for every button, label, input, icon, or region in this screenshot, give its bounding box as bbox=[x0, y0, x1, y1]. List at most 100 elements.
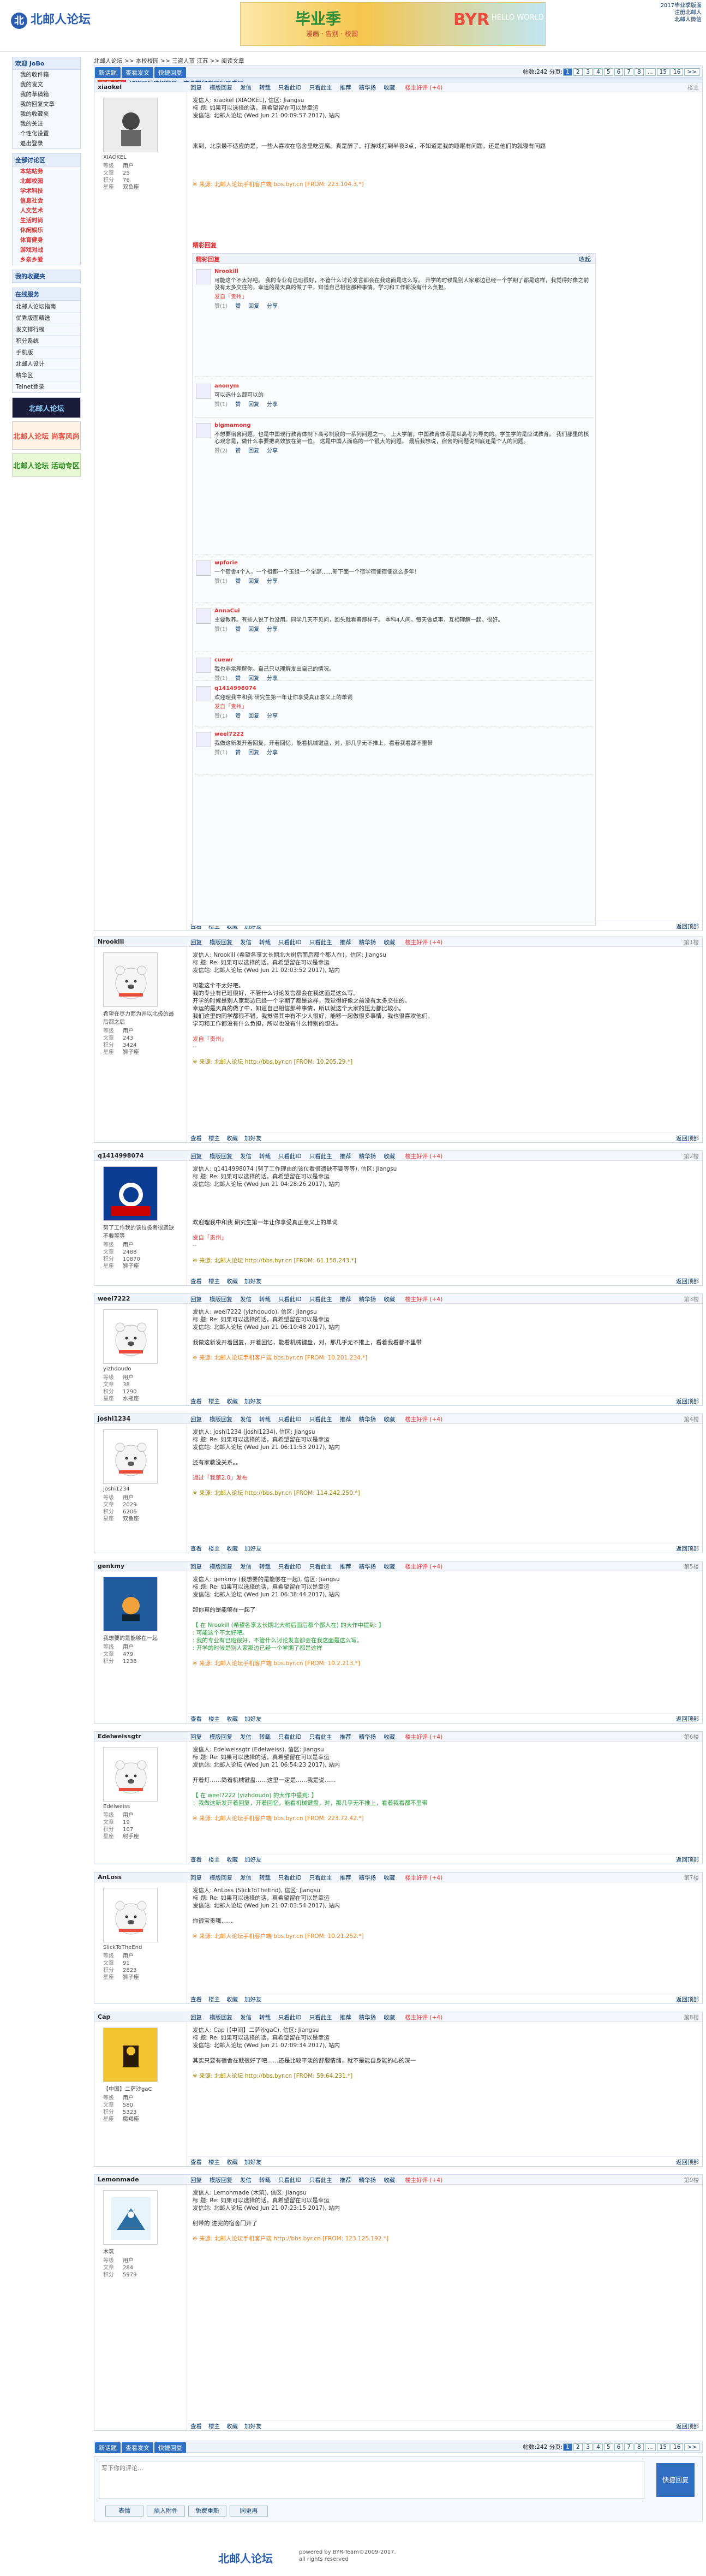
post-footer-link[interactable]: 楼主 bbox=[208, 2423, 220, 2430]
back-to-top-link[interactable]: 返回顶部 bbox=[676, 1545, 699, 1553]
post-action-link[interactable]: 模版回复 bbox=[210, 1875, 232, 1881]
post-action-link[interactable]: 回复 bbox=[190, 1734, 202, 1740]
post-action-link[interactable]: 模版回复 bbox=[210, 1296, 232, 1303]
post-action-link[interactable]: 发信 bbox=[240, 1296, 252, 1303]
back-to-top-link[interactable]: 返回顶部 bbox=[676, 1397, 699, 1405]
comment-votes[interactable]: 赞(1) bbox=[214, 303, 228, 309]
top-link[interactable]: 2017毕业季版面 bbox=[661, 2, 702, 9]
post-username[interactable]: Nrookill bbox=[94, 937, 187, 947]
post-username[interactable]: Cap bbox=[94, 2012, 187, 2022]
comment-votes[interactable]: 赞(1) bbox=[214, 402, 228, 408]
post-action-link[interactable]: 模版回复 bbox=[210, 939, 232, 946]
comment-author[interactable]: bigmamong bbox=[214, 422, 593, 429]
post-action-link[interactable]: 转载 bbox=[259, 1564, 271, 1570]
post-action-link[interactable]: 推荐 bbox=[340, 1875, 351, 1881]
post-action-link[interactable]: 精华扬 bbox=[359, 1153, 376, 1160]
post-footer-link[interactable]: 楼主 bbox=[208, 1857, 220, 1863]
post-action-link[interactable]: 转载 bbox=[259, 2177, 271, 2184]
post-action-link[interactable]: 模版回复 bbox=[210, 2014, 232, 2021]
post-action-link[interactable]: 收藏 bbox=[384, 1416, 395, 1423]
post-action-link[interactable]: 只看此主 bbox=[309, 1296, 332, 1303]
banner-ad[interactable]: 毕业季 漫画 · 告别 · 校园 BYR HELLO WORLD bbox=[240, 2, 546, 46]
comment-author[interactable]: anonym bbox=[214, 383, 593, 390]
post-action-link[interactable]: 发信 bbox=[240, 2177, 252, 2184]
post-action-link[interactable]: 发信 bbox=[240, 1564, 252, 1570]
post-action-link[interactable]: 模版回复 bbox=[210, 1416, 232, 1423]
sidebar-board-item[interactable]: 本站站务 bbox=[13, 166, 80, 176]
page-link[interactable]: 16 bbox=[671, 68, 684, 76]
comment-action-link[interactable]: 分享 bbox=[267, 713, 278, 719]
post-action-link[interactable]: 回复 bbox=[190, 1875, 202, 1881]
comment-author[interactable]: cuewr bbox=[214, 657, 593, 664]
post-action-link[interactable]: 精华扬 bbox=[359, 1416, 376, 1423]
back-to-top-link[interactable]: 返回顶部 bbox=[676, 2158, 699, 2166]
comment-action-link[interactable]: 赞 bbox=[235, 448, 241, 454]
post-action-link[interactable]: 推荐 bbox=[340, 2177, 351, 2184]
post-username[interactable]: joshi1234 bbox=[94, 1414, 187, 1424]
footer-logo[interactable]: 北邮人论坛 bbox=[218, 2550, 273, 2566]
post-action-link[interactable]: 只看此主 bbox=[309, 1416, 332, 1423]
recommend-badge[interactable]: 楼主好评 (+4) bbox=[405, 1734, 442, 1740]
page-link[interactable]: 3 bbox=[583, 68, 593, 76]
sidebar-user-item[interactable]: 我的回复文章 bbox=[13, 99, 80, 109]
comment-action-link[interactable]: 赞 bbox=[235, 579, 241, 585]
post-action-link[interactable]: 发信 bbox=[240, 1875, 252, 1881]
post-action-link[interactable]: 推荐 bbox=[340, 2014, 351, 2021]
post-action-link[interactable]: 收藏 bbox=[384, 1875, 395, 1881]
post-footer-link[interactable]: 收藏 bbox=[226, 2159, 238, 2166]
page-link[interactable]: >> bbox=[684, 2443, 699, 2451]
post-footer-link[interactable]: 加好友 bbox=[244, 1135, 262, 1142]
comment-author[interactable]: weel7222 bbox=[214, 731, 593, 738]
sidebar-tool-item[interactable]: 北邮人设计 bbox=[13, 358, 80, 369]
quick-reply-button[interactable]: 快捷回复 bbox=[154, 67, 186, 78]
comment-votes[interactable]: 赞(1) bbox=[214, 713, 228, 719]
post-action-link[interactable]: 转载 bbox=[259, 939, 271, 946]
recommend-badge[interactable]: 楼主好评 (+4) bbox=[405, 1564, 442, 1570]
avatar[interactable] bbox=[103, 1747, 158, 1802]
sidebar-user-item[interactable]: 我的收藏夹 bbox=[13, 109, 80, 119]
comment-action-link[interactable]: 赞 bbox=[235, 713, 241, 719]
comment-action-link[interactable]: 赞 bbox=[235, 402, 241, 408]
comment-author[interactable]: AnnaCui bbox=[214, 607, 593, 615]
sidebar-board-item[interactable]: 体育健身 bbox=[13, 235, 80, 245]
post-action-link[interactable]: 发信 bbox=[240, 1153, 252, 1160]
quick-reply-button[interactable]: 快捷回复 bbox=[154, 2442, 186, 2453]
post-footer-link[interactable]: 查看 bbox=[190, 1857, 202, 1863]
sidebar-board-item[interactable]: 信息社会 bbox=[13, 196, 80, 206]
sidebar-tool-item[interactable]: 发文排行榜 bbox=[13, 324, 80, 335]
post-username[interactable]: q1414998074 bbox=[94, 1151, 187, 1161]
page-link[interactable]: 7 bbox=[624, 68, 633, 76]
avatar[interactable] bbox=[103, 1429, 158, 1484]
comment-action-link[interactable]: 回复 bbox=[248, 303, 259, 309]
page-link[interactable]: 8 bbox=[634, 2443, 644, 2451]
post-action-link[interactable]: 只看此ID bbox=[278, 1153, 302, 1160]
post-action-link[interactable]: 模版回复 bbox=[210, 85, 232, 91]
post-footer-link[interactable]: 收藏 bbox=[226, 2423, 238, 2430]
comment-action-link[interactable]: 分享 bbox=[267, 676, 278, 682]
post-action-link[interactable]: 收藏 bbox=[384, 1296, 395, 1303]
avatar[interactable] bbox=[103, 2190, 158, 2245]
recommend-badge[interactable]: 楼主好评 (+4) bbox=[405, 1875, 442, 1881]
emoji-button[interactable]: 表情 bbox=[105, 2506, 143, 2517]
view-posts-button[interactable]: 查看发文 bbox=[122, 2442, 153, 2453]
comment-avatar[interactable] bbox=[196, 732, 211, 747]
post-action-link[interactable]: 只看此主 bbox=[309, 85, 332, 91]
comment-author[interactable]: Nrookill bbox=[214, 268, 593, 275]
post-action-link[interactable]: 发信 bbox=[240, 939, 252, 946]
sidebar-board-item[interactable]: 北邮校园 bbox=[13, 176, 80, 186]
post-footer-link[interactable]: 加好友 bbox=[244, 2423, 262, 2430]
page-link[interactable]: 16 bbox=[671, 2443, 684, 2451]
post-action-link[interactable]: 只看此主 bbox=[309, 2014, 332, 2021]
post-action-link[interactable]: 收藏 bbox=[384, 1153, 395, 1160]
post-footer-link[interactable]: 加好友 bbox=[244, 1398, 262, 1405]
back-to-top-link[interactable]: 返回顶部 bbox=[676, 1995, 699, 2003]
board-title[interactable]: 全部讨论区 bbox=[13, 154, 80, 166]
post-action-link[interactable]: 收藏 bbox=[384, 85, 395, 91]
sidebar-tool-item[interactable]: Telnet登录 bbox=[13, 381, 80, 392]
page-link[interactable]: ... bbox=[644, 68, 656, 76]
sidebar-tool-item[interactable]: 积分系统 bbox=[13, 335, 80, 347]
post-action-link[interactable]: 只看此ID bbox=[278, 1875, 302, 1881]
post-action-link[interactable]: 回复 bbox=[190, 2177, 202, 2184]
sidebar-tool-item[interactable]: 北邮人论坛指南 bbox=[13, 301, 80, 312]
post-action-link[interactable]: 回复 bbox=[190, 1153, 202, 1160]
